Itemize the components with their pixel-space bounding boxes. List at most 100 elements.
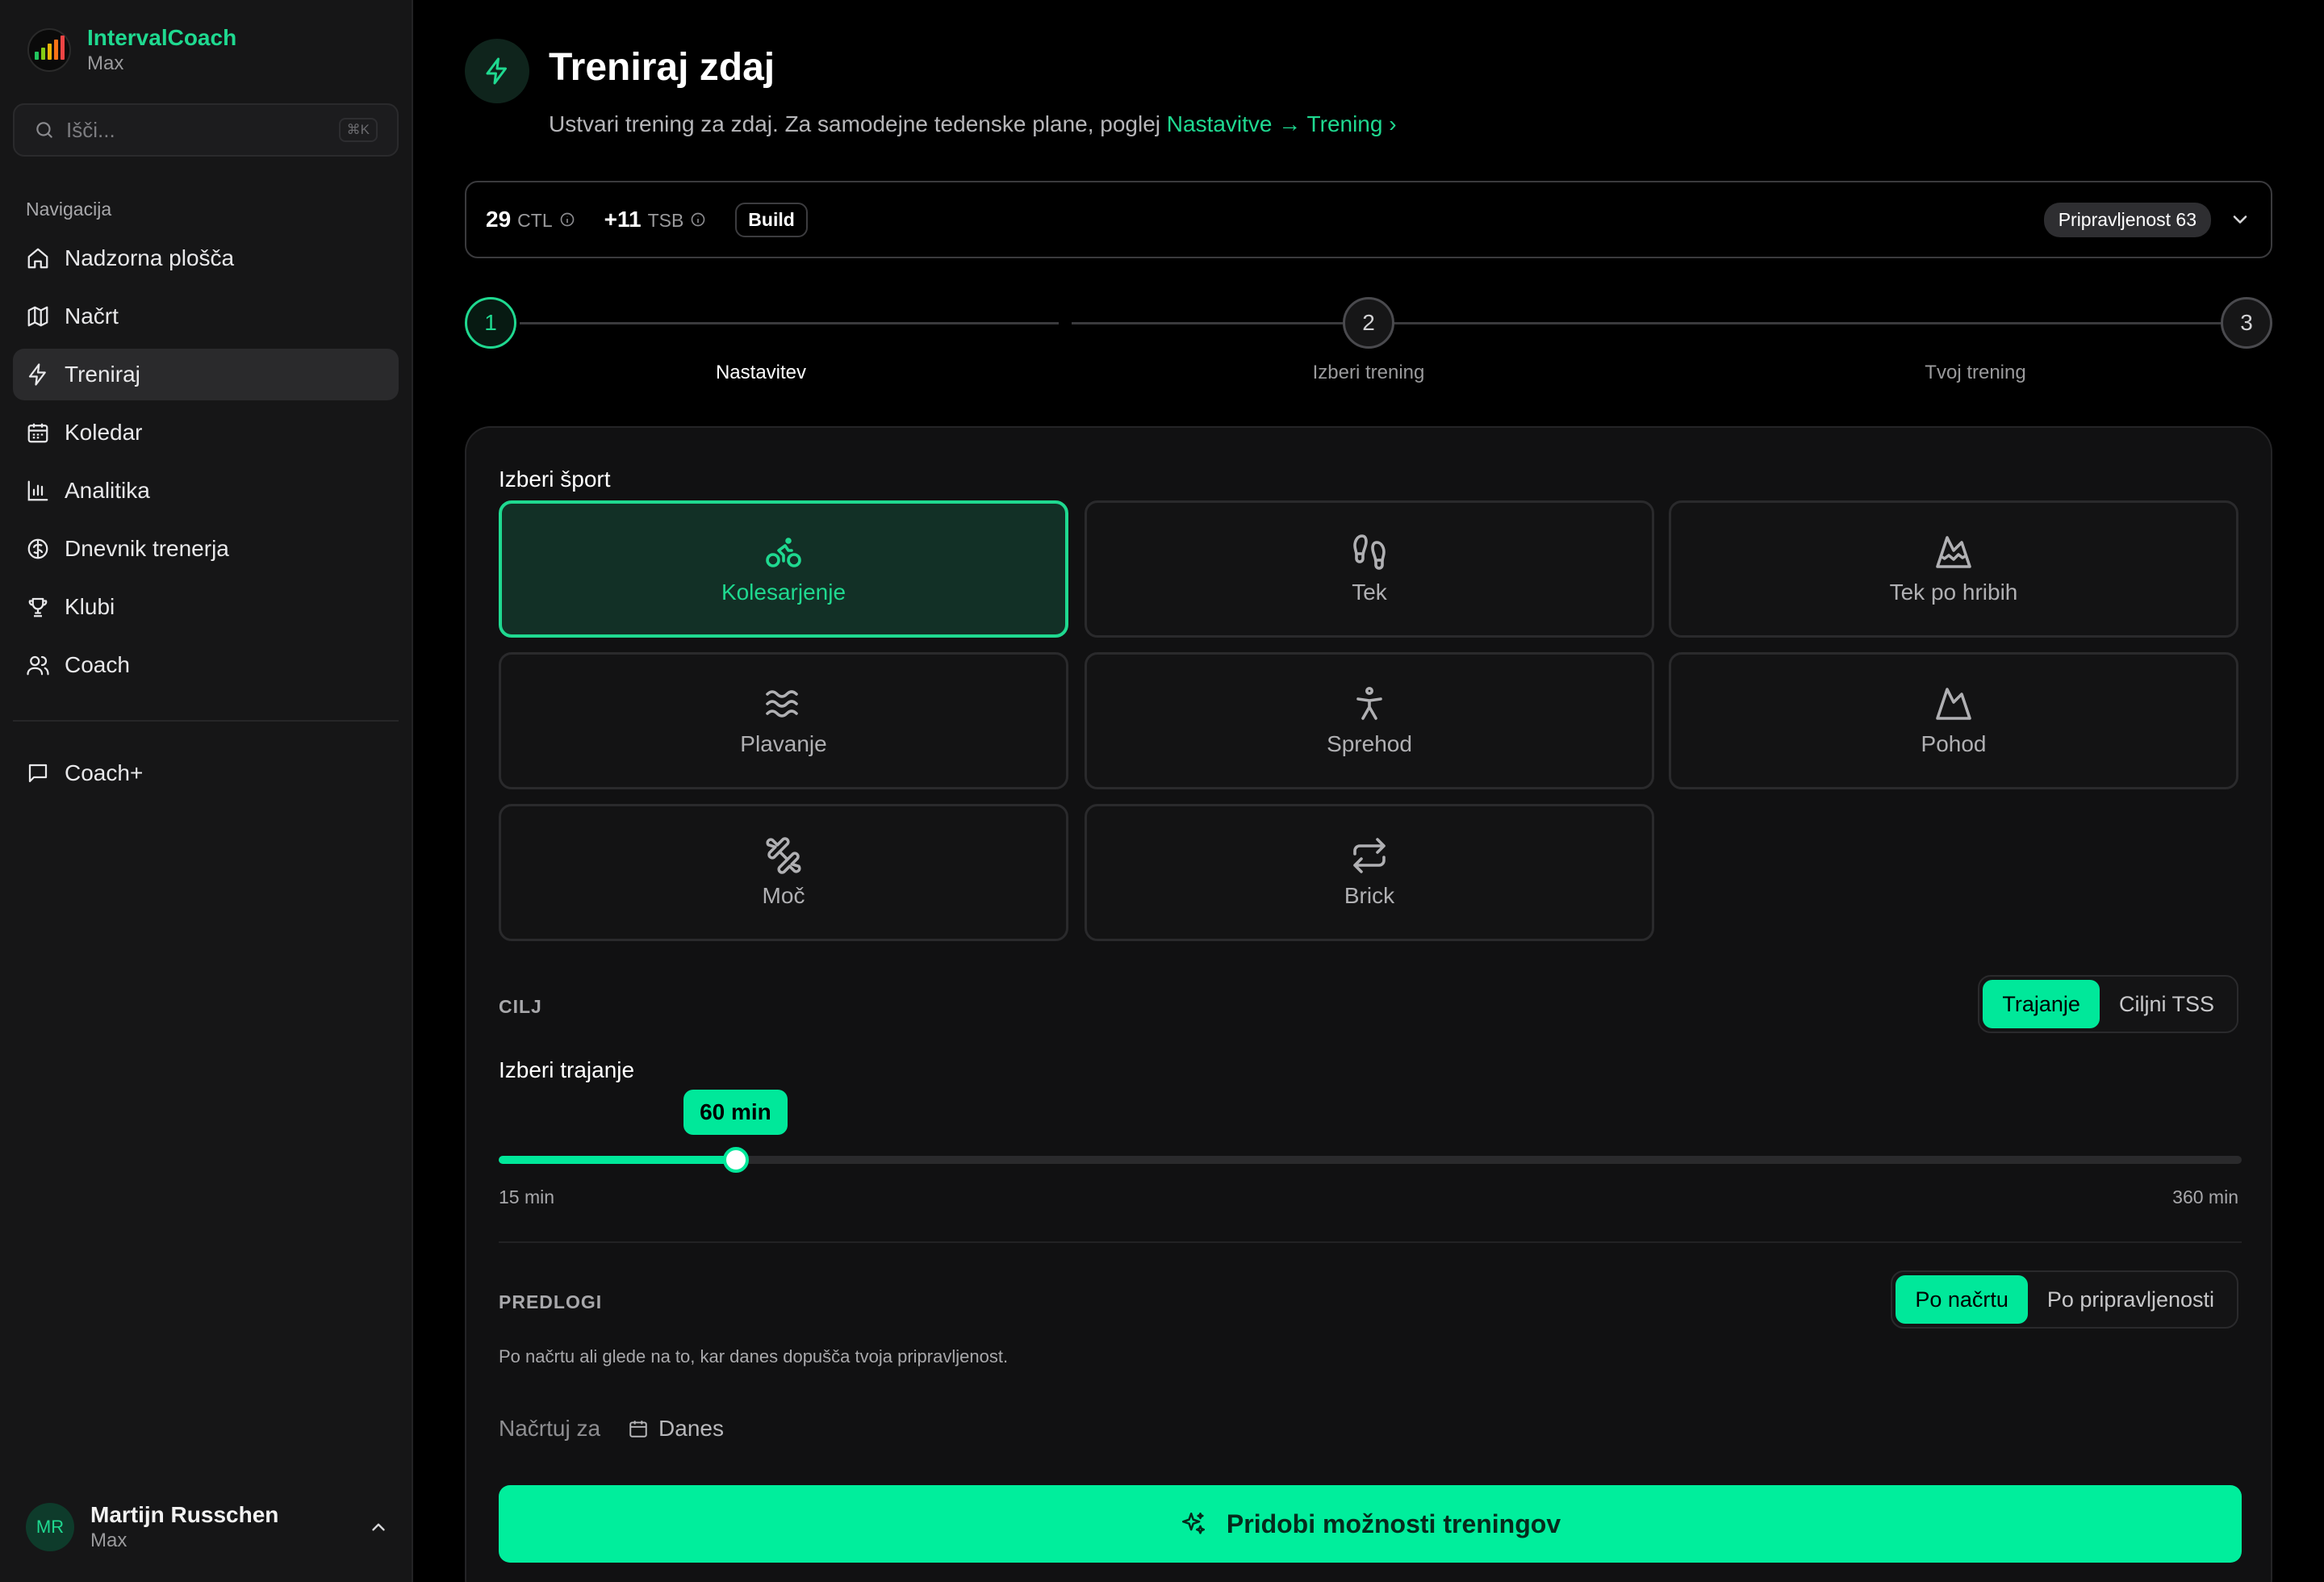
sport-label: Plavanje (740, 731, 827, 756)
sidebar-item-analitika[interactable]: Analitika (13, 465, 399, 517)
user-menu[interactable]: MR Martijn Russchen Max (26, 1501, 389, 1553)
sport-label: Brick (1344, 883, 1395, 908)
date-picker-value: Danes (658, 1416, 724, 1441)
mountain-icon (1936, 688, 1971, 720)
nav-heading: Navigacija (26, 199, 112, 220)
suggestion-option-plan[interactable]: Po načrtu (1896, 1275, 2028, 1324)
tsb-value: +11 (604, 207, 642, 232)
sidebar-nav: Nadzorna plošča Načrt Treniraj Koledar A… (13, 232, 399, 697)
tsb-stat: +11 TSB (604, 207, 707, 232)
sidebar-secondary-nav: Coach+ (13, 747, 399, 806)
step-2-label: Izberi trening (1312, 362, 1425, 383)
date-picker[interactable]: Danes (628, 1416, 724, 1442)
bolt-icon (465, 39, 529, 103)
sport-label: Tek (1352, 580, 1387, 605)
duration-slider-thumb[interactable] (722, 1147, 749, 1173)
goal-option-duration[interactable]: Trajanje (1983, 980, 2100, 1028)
footprints-icon (1353, 534, 1386, 570)
phase-badge: Build (735, 202, 808, 237)
page-subtitle: Ustvari trening za zdaj. Za samodejne te… (549, 111, 1397, 137)
sidebar-item-label: Analitika (65, 478, 150, 503)
avatar: MR (26, 1503, 74, 1551)
duration-value-bubble: 60 min (683, 1090, 788, 1135)
bicycle-icon (766, 538, 801, 567)
user-plan: Max (90, 1530, 127, 1551)
duration-max-label: 360 min (2172, 1186, 2238, 1207)
suggestion-option-readiness[interactable]: Po pripravljenosti (2028, 1275, 2234, 1324)
step-3-circle[interactable]: 3 (2221, 297, 2272, 349)
sidebar-item-coach-plus[interactable]: Coach+ (13, 747, 399, 799)
goal-option-tss[interactable]: Ciljni TSS (2100, 980, 2234, 1028)
step-connector (520, 322, 1059, 324)
sidebar-item-klubi[interactable]: Klubi (13, 581, 399, 633)
chevron-right-icon: › (1389, 111, 1397, 136)
users-icon (27, 655, 49, 676)
sport-label: Tek po hribih (1889, 580, 2018, 605)
step-1-label: Nastavitev (715, 362, 807, 383)
suggestions-toggle: Po načrtu Po pripravljenosti (1891, 1270, 2238, 1329)
sport-option-swim[interactable]: Plavanje (499, 652, 1068, 789)
trophy-icon (28, 597, 48, 617)
logo-icon (27, 28, 71, 72)
sidebar-item-label: Načrt (65, 303, 119, 329)
suggestions-description: Po načrtu ali glede na to, kar danes dop… (499, 1346, 1009, 1366)
sidebar-item-coach[interactable]: Coach (13, 639, 399, 691)
person-walking-icon (1356, 687, 1382, 720)
sport-option-trail-run[interactable]: Tek po hribih (1669, 500, 2238, 638)
plan-for-label: Načrtuj za (499, 1416, 601, 1441)
main-content: Treniraj zdaj Ustvari trening za zdaj. Z… (415, 0, 2324, 1582)
duration-slider[interactable] (499, 1147, 2242, 1173)
ctl-label: CTL (517, 210, 553, 231)
section-divider (499, 1241, 2242, 1243)
ctl-stat: 29 CTL (486, 207, 575, 232)
sidebar-item-treniraj[interactable]: Treniraj (13, 349, 399, 400)
sidebar: IntervalCoach Max Išči... ⌘K Navigacija … (0, 0, 413, 1582)
step-1-circle[interactable]: 1 (465, 297, 516, 349)
sidebar-item-koledar[interactable]: Koledar (13, 407, 399, 458)
sport-grid: Kolesarjenje Tek Tek po hribih Plavanje … (499, 500, 2242, 944)
chevron-down-icon[interactable] (2229, 208, 2251, 231)
sport-option-brick[interactable]: Brick (1085, 804, 1654, 941)
ctl-value: 29 (486, 207, 512, 232)
subtitle-text: Ustvari trening za zdaj. Za samodejne te… (549, 111, 1160, 136)
brand[interactable]: IntervalCoach Max (27, 24, 236, 76)
search-input[interactable]: Išči... ⌘K (13, 103, 399, 157)
sport-option-walk[interactable]: Sprehod (1085, 652, 1654, 789)
sport-label: Kolesarjenje (721, 580, 846, 605)
info-icon[interactable] (559, 211, 575, 228)
calendar-icon (629, 1421, 647, 1438)
sidebar-item-label: Koledar (65, 420, 143, 445)
sport-option-strength[interactable]: Moč (499, 804, 1068, 941)
goal-toggle: Trajanje Ciljni TSS (1978, 975, 2238, 1033)
info-icon[interactable] (690, 211, 706, 228)
sidebar-item-label: Coach (65, 652, 130, 677)
chevron-up-icon (372, 1523, 385, 1531)
sport-option-run[interactable]: Tek (1085, 500, 1654, 638)
sparkles-icon (1181, 1512, 1205, 1534)
bar-chart-icon (27, 480, 48, 501)
chat-icon (28, 764, 48, 783)
search-icon (36, 122, 52, 138)
sport-option-hike[interactable]: Pohod (1669, 652, 2238, 789)
sidebar-item-nacrt[interactable]: Načrt (13, 291, 399, 342)
step-2-circle[interactable]: 2 (1343, 297, 1394, 349)
calendar-icon (27, 423, 48, 443)
app-plan: Max (87, 52, 124, 74)
tsb-label: TSB (647, 210, 684, 231)
step-connector (1072, 322, 1343, 324)
sidebar-item-nadzorna-plosca[interactable]: Nadzorna plošča (13, 232, 399, 284)
brain-icon (27, 538, 48, 559)
step-3-label: Tvoj trening (1925, 362, 2026, 383)
workout-setup-card: Izberi šport Kolesarjenje Tek Tek po hri… (465, 426, 2272, 1582)
readiness-badge: Pripravljenost 63 (2043, 202, 2211, 237)
app-name: IntervalCoach (87, 25, 237, 50)
mountain-snow-icon (1936, 536, 1971, 568)
search-placeholder: Išči... (66, 117, 115, 142)
settings-training-link[interactable]: Nastavitve → Trening › (1167, 111, 1397, 136)
sidebar-item-dnevnik-trenerja[interactable]: Dnevnik trenerja (13, 523, 399, 575)
sport-section-title: Izberi šport (499, 467, 611, 492)
fitness-stats-bar[interactable]: 29 CTL +11 TSB Build Pripravljenost 63 (465, 181, 2272, 258)
get-workout-options-button[interactable]: Pridobi možnosti treningov (499, 1485, 2242, 1563)
sport-option-cycling[interactable]: Kolesarjenje (499, 500, 1068, 638)
step-connector (1678, 322, 2221, 324)
